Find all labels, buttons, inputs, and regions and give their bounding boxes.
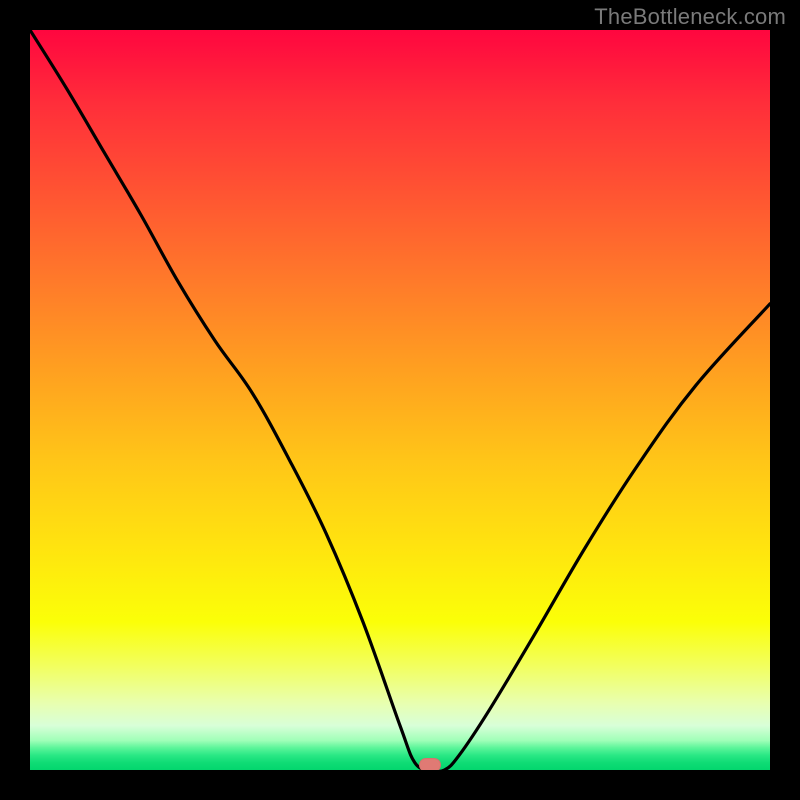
bottleneck-curve [30, 30, 770, 770]
optimal-marker [419, 758, 441, 770]
plot-area [30, 30, 770, 770]
chart-frame: TheBottleneck.com [0, 0, 800, 800]
watermark-text: TheBottleneck.com [594, 4, 786, 30]
